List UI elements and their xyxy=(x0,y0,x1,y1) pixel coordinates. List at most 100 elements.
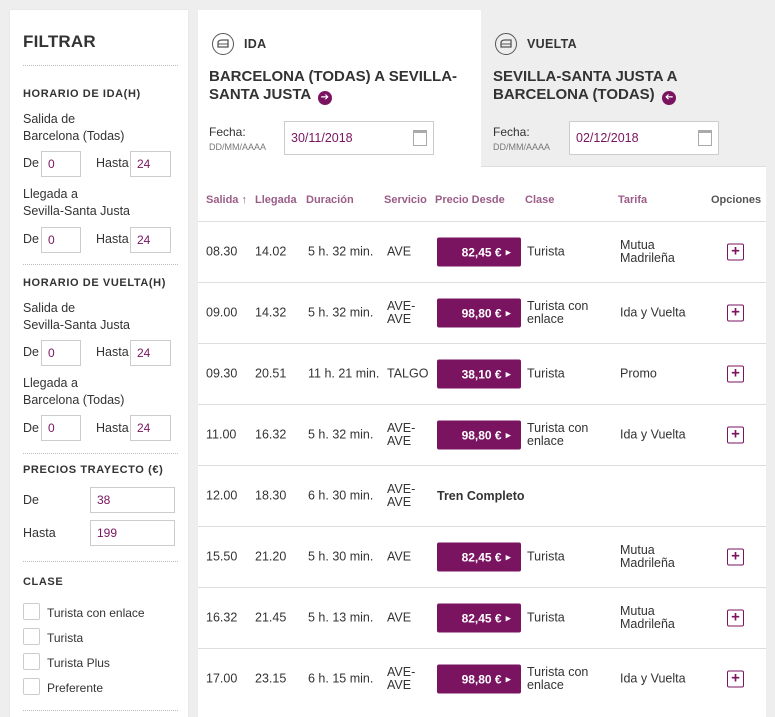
expand-plus-icon[interactable]: + xyxy=(727,365,744,383)
cell-llegada: 21.45 xyxy=(255,610,287,625)
col-header-tarifa[interactable]: Tarifa xyxy=(618,194,647,206)
cell-llegada: 20.51 xyxy=(255,366,287,381)
col-header-servicio[interactable]: Servicio xyxy=(384,194,427,206)
llegada-vuelta-de-input[interactable]: 0 xyxy=(41,415,81,441)
de-label: De xyxy=(23,232,39,246)
tab-vuelta[interactable]: VUELTA SEVILLA-SANTA JUSTA A BARCELONA (… xyxy=(481,10,766,167)
caret-right-icon: ▶ xyxy=(505,432,511,439)
salida-ida-hasta-input[interactable]: 24 xyxy=(130,151,171,177)
price-value: 82,45 € xyxy=(461,550,502,564)
salida-vuelta-hasta-input[interactable]: 24 xyxy=(130,340,171,366)
expand-plus-icon[interactable]: + xyxy=(727,609,744,627)
table-row: 16.32 21.45 5 h. 13 min. AVE 82,45 € ▶ Turista… xyxy=(198,587,766,648)
price-button[interactable]: 82,45 € ▶ xyxy=(437,603,521,633)
train-icon xyxy=(495,33,517,55)
price-button[interactable]: 98,80 € ▶ xyxy=(437,298,521,328)
price-button[interactable]: 98,80 € ▶ xyxy=(437,664,521,694)
calendar-icon[interactable] xyxy=(413,130,427,146)
checkbox-turista-con-enlace[interactable] xyxy=(23,603,40,620)
fecha-format: DD/MM/AAAA xyxy=(209,142,267,152)
results-table: Salida ↑ Llegada Duración Servicio Preci… xyxy=(198,167,766,717)
hasta-label: Hasta xyxy=(96,232,129,246)
cell-llegada: 16.32 xyxy=(255,427,287,442)
cell-clase: Turista con enlace xyxy=(527,421,589,448)
divider xyxy=(23,453,178,454)
divider xyxy=(23,65,178,66)
checkbox-turista[interactable] xyxy=(23,628,40,645)
price-button[interactable]: 98,80 € ▶ xyxy=(437,420,521,450)
route-ida-title: BARCELONA (TODAS) A SEVILLA-SANTA JUSTA … xyxy=(209,68,474,105)
cell-servicio: TALGO xyxy=(387,366,429,381)
llegada-vuelta-hasta-input[interactable]: 24 xyxy=(130,415,171,441)
cell-clase: Turista con enlace xyxy=(527,665,589,692)
fecha-ida-value: 30/11/2018 xyxy=(291,131,353,145)
cell-tarifa: Ida y Vuelta xyxy=(620,427,686,442)
precio-hasta-input[interactable]: 199 xyxy=(90,520,175,546)
expand-plus-icon[interactable]: + xyxy=(727,304,744,322)
cell-salida: 16.32 xyxy=(206,610,238,625)
checkbox-label: Turista xyxy=(47,631,84,645)
tab-ida[interactable]: IDA BARCELONA (TODAS) A SEVILLA-SANTA JU… xyxy=(198,10,481,167)
hasta-label: Hasta xyxy=(96,156,129,170)
expand-plus-icon[interactable]: + xyxy=(727,243,744,261)
table-row: 09.00 14.32 5 h. 32 min. AVE- AVE 98,80 € ▶ Tu… xyxy=(198,282,766,343)
price-value: 98,80 € xyxy=(461,428,502,442)
route-vuelta-text: SEVILLA-SANTA JUSTA A BARCELONA (TODAS) xyxy=(493,68,677,103)
precio-hasta-label: Hasta xyxy=(23,526,56,540)
expand-plus-icon[interactable]: + xyxy=(727,426,744,444)
col-header-salida[interactable]: Salida ↑ xyxy=(206,194,247,206)
precio-de-input[interactable]: 38 xyxy=(90,487,175,513)
table-row: 17.00 23.15 6 h. 15 min. AVE- AVE 98,80 € ▶ Tu… xyxy=(198,648,766,709)
cell-duracion: 5 h. 32 min. xyxy=(308,305,374,320)
cell-salida: 08.30 xyxy=(206,244,238,259)
cell-servicio: AVE xyxy=(387,610,412,625)
llegada-ida-de-input[interactable]: 0 xyxy=(41,227,81,253)
hasta-label: Hasta xyxy=(96,345,129,359)
salida-ida-de-input[interactable]: 0 xyxy=(41,151,81,177)
fecha-label: Fecha: xyxy=(209,125,246,139)
route-vuelta-title: SEVILLA-SANTA JUSTA A BARCELONA (TODAS) … xyxy=(493,68,758,105)
price-value: 82,45 € xyxy=(461,611,502,625)
expand-plus-icon[interactable]: + xyxy=(727,670,744,688)
filter-sidebar: FILTRAR HORARIO DE IDA(H) Salida de Barc… xyxy=(10,10,188,717)
col-header-llegada[interactable]: Llegada xyxy=(255,194,297,206)
llegada-ida-hasta-input[interactable]: 24 xyxy=(130,227,171,253)
price-button[interactable]: 38,10 € ▶ xyxy=(437,359,521,389)
cell-duracion: 11 h. 21 min. xyxy=(308,366,380,381)
col-header-precio[interactable]: Precio Desde xyxy=(435,194,505,206)
price-button[interactable]: 82,45 € ▶ xyxy=(437,542,521,572)
cell-servicio: AVE xyxy=(387,549,412,564)
calendar-icon[interactable] xyxy=(698,130,712,146)
cell-duracion: 5 h. 13 min. xyxy=(308,610,374,625)
cell-clase: Turista xyxy=(527,244,565,259)
llegada-ida-label: Llegada a Sevilla-Santa Justa xyxy=(23,187,131,218)
cell-llegada: 21.20 xyxy=(255,549,287,564)
caret-right-icon: ▶ xyxy=(505,676,511,683)
table-row: 12.00 18.30 6 h. 30 min. AVE- AVE Tren Compl… xyxy=(198,465,766,526)
cell-salida: 09.30 xyxy=(206,366,238,381)
checkbox-preferente[interactable] xyxy=(23,678,40,695)
fecha-ida-input[interactable]: 30/11/2018 xyxy=(284,121,434,155)
cell-tarifa: Mutua Madrileña xyxy=(620,543,675,570)
cell-duracion: 6 h. 15 min. xyxy=(308,671,374,686)
divider xyxy=(23,561,178,562)
price-button[interactable]: 82,45 € ▶ xyxy=(437,237,521,267)
fecha-vuelta-input[interactable]: 02/12/2018 xyxy=(569,121,719,155)
price-value: 98,80 € xyxy=(461,672,502,686)
cell-servicio: AVE- AVE xyxy=(387,482,416,509)
col-header-clase[interactable]: Clase xyxy=(525,194,554,206)
cell-clase: Turista xyxy=(527,610,565,625)
cell-duracion: 5 h. 30 min. xyxy=(308,549,374,564)
cell-clase: Turista con enlace xyxy=(527,299,589,326)
salida-vuelta-de-input[interactable]: 0 xyxy=(41,340,81,366)
cell-servicio: AVE- AVE xyxy=(387,299,416,326)
cell-tarifa: Promo xyxy=(620,366,657,381)
cell-duracion: 6 h. 30 min. xyxy=(308,488,374,503)
checkbox-turista-plus[interactable] xyxy=(23,653,40,670)
arrow-right-icon: ➔ xyxy=(317,91,332,105)
col-header-duracion[interactable]: Duración xyxy=(306,194,354,206)
price-value: 98,80 € xyxy=(461,306,502,320)
cell-llegada: 14.32 xyxy=(255,305,287,320)
expand-plus-icon[interactable]: + xyxy=(727,548,744,566)
filter-title: FILTRAR xyxy=(23,32,96,51)
